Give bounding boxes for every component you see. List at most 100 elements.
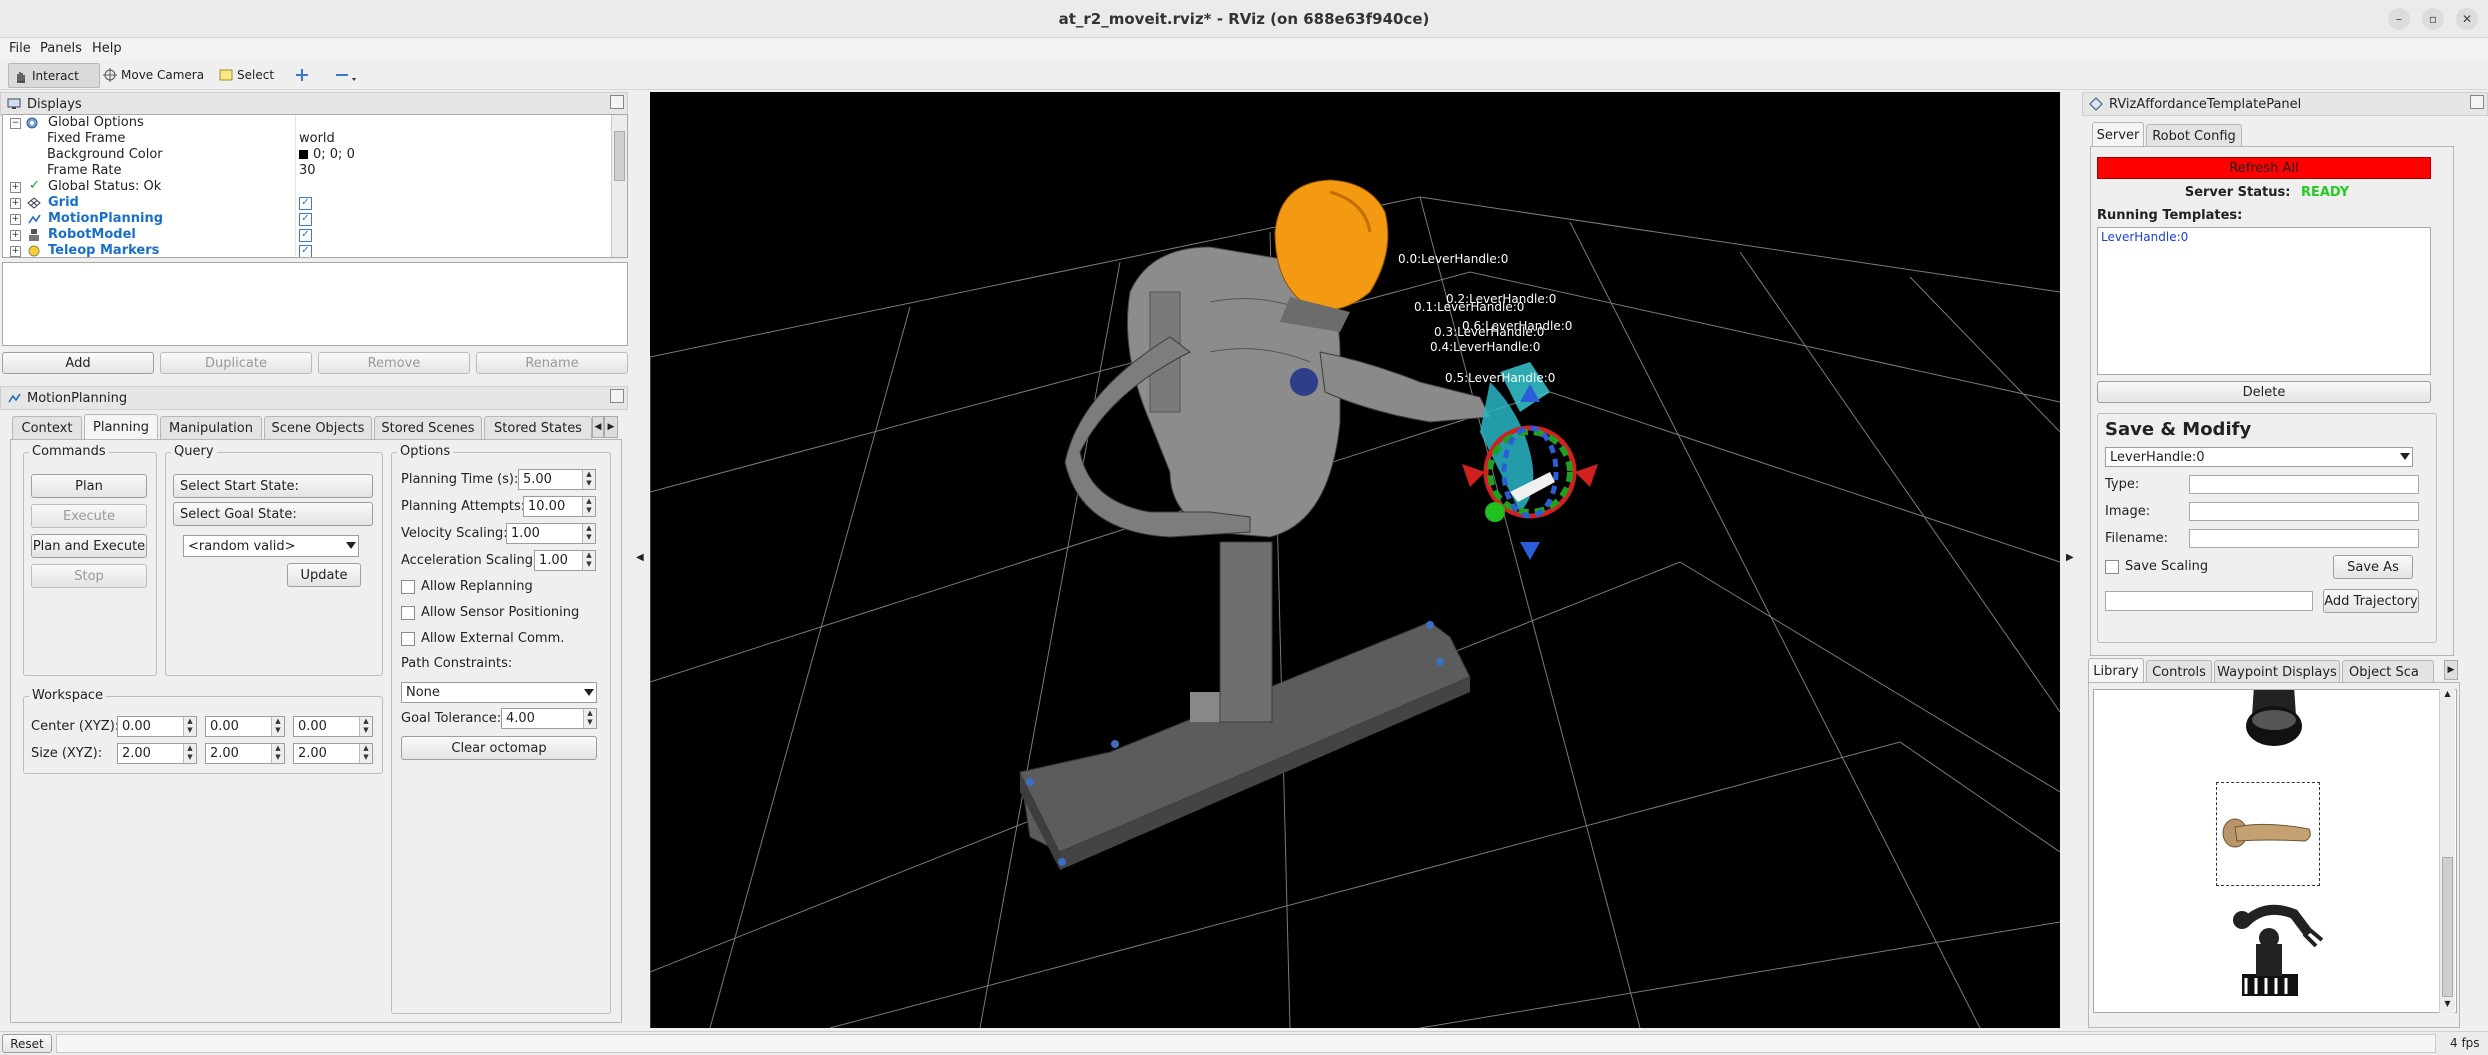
render-viewport[interactable]: 0.0:LeverHandle:0 0.2:LeverHandle:0 0.1:… <box>650 92 2060 1028</box>
path-constraints-combo[interactable]: None <box>401 682 597 703</box>
center-z-spinbox[interactable]: 0.00 ▲ ▼ <box>293 716 373 737</box>
valve-template-icon[interactable] <box>2234 689 2314 752</box>
menu-file[interactable]: File <box>9 41 31 56</box>
tab-stored-states[interactable]: Stored States <box>484 416 592 439</box>
affordance-float-button[interactable] <box>2470 95 2484 109</box>
teleop-enabled-checkbox[interactable]: ✓ <box>299 245 312 257</box>
expand-icon[interactable]: + <box>10 198 21 209</box>
scroll-down-icon[interactable]: ▼ <box>2440 999 2455 1011</box>
collapse-right-icon[interactable]: ▶ <box>2066 552 2074 563</box>
reset-button[interactable]: Reset <box>2 1034 52 1053</box>
rename-display-button[interactable]: Rename <box>476 352 628 374</box>
minimize-icon[interactable]: – <box>2388 8 2410 30</box>
duplicate-display-button[interactable]: Duplicate <box>160 352 312 374</box>
expand-icon[interactable]: + <box>10 230 21 241</box>
select-start-state-button[interactable]: Select Start State: <box>173 474 373 498</box>
allow-replanning-checkbox[interactable] <box>401 579 415 594</box>
allow-external-row[interactable]: Allow External Comm. <box>401 631 564 646</box>
plan-button[interactable]: Plan <box>31 474 147 498</box>
type-field[interactable] <box>2189 475 2419 494</box>
spin-arrows-icon[interactable]: ▲ ▼ <box>583 709 596 728</box>
add-trajectory-button[interactable]: Add Trajectory <box>2323 589 2419 613</box>
tab-library[interactable]: Library <box>2088 658 2144 683</box>
acceleration-scaling-spinbox[interactable]: 1.00 ▲ ▼ <box>534 550 596 571</box>
affordance-marker[interactable] <box>1462 362 1598 560</box>
library-scrollbar[interactable]: ▲ ▼ <box>2439 689 2455 1013</box>
tab-scene-objects[interactable]: Scene Objects <box>264 416 372 439</box>
scrollbar-thumb[interactable] <box>2442 857 2453 997</box>
menu-help[interactable]: Help <box>92 41 122 56</box>
tab-stored-scenes[interactable]: Stored Scenes <box>374 416 482 439</box>
allow-external-checkbox[interactable] <box>401 631 415 646</box>
spin-arrows-icon[interactable]: ▲ ▼ <box>582 497 595 516</box>
displays-float-button[interactable] <box>610 95 624 109</box>
spin-arrows-icon[interactable]: ▲ ▼ <box>271 744 284 763</box>
tree-value[interactable]: world <box>299 131 335 146</box>
tree-row-global-options[interactable]: − Global Options <box>3 115 613 131</box>
goal-state-combo[interactable]: <random valid> <box>183 535 359 557</box>
collapse-left-icon[interactable]: ◀ <box>636 552 644 563</box>
tab-object-scale[interactable]: Object Sca <box>2342 660 2434 683</box>
tree-row-background-color[interactable]: Background Color 0; 0; 0 <box>3 147 613 163</box>
tab-scroll-right-icon[interactable]: ▶ <box>2444 660 2458 680</box>
clear-octomap-button[interactable]: Clear octomap <box>401 736 597 760</box>
center-y-spinbox[interactable]: 0.00 ▲ ▼ <box>205 716 285 737</box>
allow-sensor-row[interactable]: Allow Sensor Positioning <box>401 605 579 620</box>
tree-value[interactable]: 0; 0; 0 <box>313 147 355 162</box>
right-dock-splitter[interactable]: ▶ <box>2062 92 2080 1028</box>
size-x-spinbox[interactable]: 2.00 ▲ ▼ <box>117 743 197 764</box>
running-templates-list[interactable]: LeverHandle:0 <box>2097 227 2431 375</box>
scroll-up-icon[interactable]: ▲ <box>2440 689 2455 701</box>
menu-panels[interactable]: Panels <box>40 41 82 56</box>
robot-arm-template-icon[interactable] <box>2224 894 2324 1002</box>
expand-icon[interactable]: + <box>10 182 21 193</box>
tab-manipulation[interactable]: Manipulation <box>160 416 262 439</box>
lever-handle-template-item[interactable] <box>2216 782 2320 886</box>
allow-sensor-checkbox[interactable] <box>401 605 415 620</box>
tree-row-global-status[interactable]: + ✓ Global Status: Ok <box>3 178 613 195</box>
filename-field[interactable] <box>2189 529 2419 548</box>
save-scaling-checkbox[interactable] <box>2105 559 2119 574</box>
tab-scroll-left-icon[interactable]: ◀ <box>592 416 604 438</box>
tree-row-grid[interactable]: + Grid ✓ <box>3 195 613 211</box>
save-scaling-row[interactable]: Save Scaling <box>2105 559 2208 574</box>
tree-row-motionplanning[interactable]: + MotionPlanning ✓ <box>3 211 613 227</box>
size-z-spinbox[interactable]: 2.00 ▲ ▼ <box>293 743 373 764</box>
spin-arrows-icon[interactable]: ▲ ▼ <box>359 744 372 763</box>
tree-row-robotmodel[interactable]: + RobotModel ✓ <box>3 227 613 243</box>
template-select-combo[interactable]: LeverHandle:0 <box>2105 447 2413 467</box>
tab-context[interactable]: Context <box>12 416 82 439</box>
image-field[interactable] <box>2189 502 2419 521</box>
move-camera-tool-button[interactable]: Move Camera <box>98 63 216 86</box>
tab-planning[interactable]: Planning <box>84 414 158 439</box>
spin-arrows-icon[interactable]: ▲ ▼ <box>183 744 196 763</box>
spin-arrows-icon[interactable]: ▲ ▼ <box>582 470 595 489</box>
tree-row-frame-rate[interactable]: Frame Rate 30 <box>3 163 613 179</box>
left-dock-splitter[interactable]: ◀ <box>632 92 648 1028</box>
plan-and-execute-button[interactable]: Plan and Execute <box>31 534 147 558</box>
collapse-icon[interactable]: − <box>10 118 21 129</box>
tree-value[interactable]: 30 <box>299 163 316 178</box>
planning-attempts-spinbox[interactable]: 10.00 ▲ ▼ <box>523 496 596 517</box>
delete-template-button[interactable]: Delete <box>2097 381 2431 403</box>
spin-arrows-icon[interactable]: ▲ ▼ <box>183 717 196 736</box>
allow-replanning-row[interactable]: Allow Replanning <box>401 579 533 594</box>
tab-controls[interactable]: Controls <box>2146 660 2212 683</box>
select-tool-button[interactable]: Select <box>214 63 286 86</box>
tree-row-fixed-frame[interactable]: Fixed Frame world <box>3 131 613 147</box>
goal-tolerance-spinbox[interactable]: 4.00 ▲ ▼ <box>501 708 597 729</box>
select-goal-state-button[interactable]: Select Goal State: <box>173 502 373 526</box>
displays-scrollbar[interactable] <box>611 115 627 257</box>
maximize-icon[interactable]: ▫ <box>2422 8 2444 30</box>
save-as-button[interactable]: Save As <box>2333 555 2413 579</box>
tab-waypoint-displays[interactable]: Waypoint Displays <box>2214 660 2340 683</box>
add-display-button[interactable]: Add <box>2 352 154 374</box>
execute-button[interactable]: Execute <box>31 504 147 528</box>
library-list[interactable] <box>2093 689 2457 1013</box>
tab-robot-config[interactable]: Robot Config <box>2146 124 2242 147</box>
planning-time-spinbox[interactable]: 5.00 ▲ ▼ <box>518 469 596 490</box>
refresh-all-button[interactable]: Refresh All <box>2097 157 2431 179</box>
spin-arrows-icon[interactable]: ▲ ▼ <box>271 717 284 736</box>
center-x-spinbox[interactable]: 0.00 ▲ ▼ <box>117 716 197 737</box>
velocity-scaling-spinbox[interactable]: 1.00 ▲ ▼ <box>506 523 596 544</box>
